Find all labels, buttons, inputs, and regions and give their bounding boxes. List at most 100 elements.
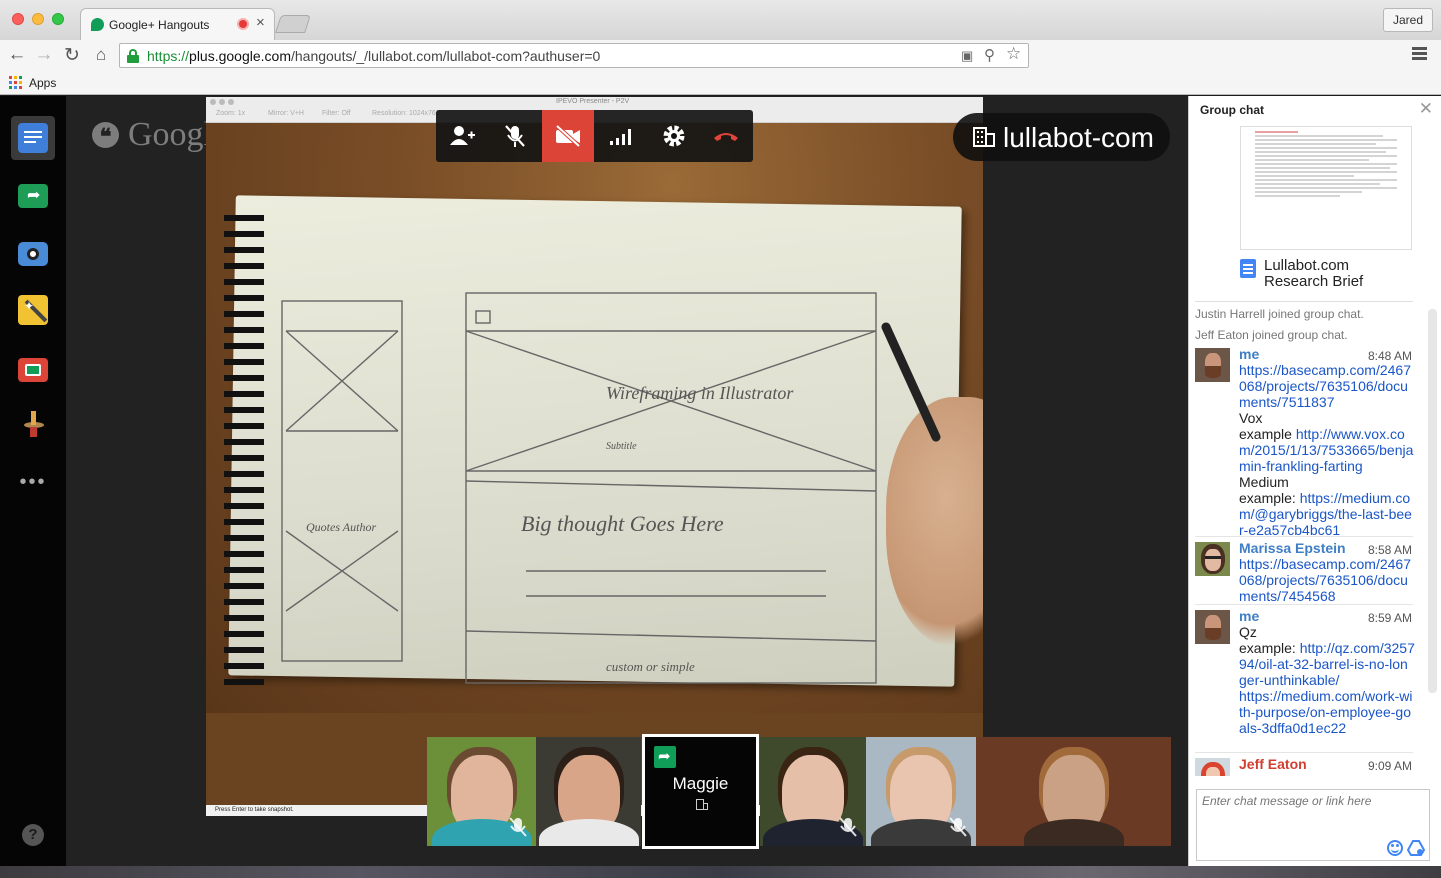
participant-tile[interactable]	[976, 737, 1171, 846]
chat-icon	[18, 123, 48, 153]
participant-tile[interactable]	[427, 737, 536, 846]
document-preview[interactable]	[1240, 126, 1412, 250]
camera-toggle-button[interactable]	[541, 110, 595, 162]
message-body: https://basecamp.com/2467068/projects/76…	[1239, 362, 1415, 538]
close-window-button[interactable]	[12, 13, 24, 25]
avatar	[1195, 610, 1230, 644]
message-link[interactable]: https://basecamp.com/2467068/projects/76…	[1239, 556, 1411, 604]
participant-tile-active[interactable]: ➦ Maggie	[642, 734, 759, 849]
chat-scrollbar[interactable]	[1428, 309, 1437, 693]
browser-toolbar: ← → ↻ ⌂ https://plus.google.com/hangouts…	[0, 40, 1441, 71]
bookmark-star-icon[interactable]: ☆	[1006, 44, 1021, 64]
chrome-menu-icon[interactable]	[1412, 47, 1427, 61]
message-text: Medium	[1239, 474, 1289, 490]
message-text: example	[1239, 426, 1296, 442]
participant-name: Maggie	[672, 774, 729, 793]
sketch-note-custom: custom or simple	[606, 659, 695, 674]
recording-indicator-icon	[237, 18, 249, 30]
google-drive-icon[interactable]	[1407, 840, 1425, 856]
help-icon[interactable]: ?	[22, 824, 44, 846]
message-author: Marissa Epstein	[1239, 540, 1346, 556]
hangouts-favicon-icon	[91, 18, 104, 31]
muted-mic-icon	[949, 817, 967, 837]
bandwidth-button[interactable]	[594, 110, 647, 162]
chat-message-list[interactable]: me 8:48 AM https://basecamp.com/2467068/…	[1189, 344, 1425, 776]
remote-desktop-button[interactable]	[11, 348, 55, 392]
main-video-feed[interactable]: IPEVO Presenter - P2V Zoom: 1x Mirror: V…	[206, 97, 983, 816]
zoom-window-button[interactable]	[52, 13, 64, 25]
chat-message: me 8:59 AM Qz example: http://qz.com/325…	[1189, 608, 1425, 752]
mute-microphone-button[interactable]	[489, 110, 542, 162]
message-link[interactable]: https://medium.com/work-with-purpose/on-…	[1239, 688, 1412, 736]
minimize-window-button[interactable]	[32, 13, 44, 25]
participant-tile[interactable]	[536, 737, 641, 846]
invite-people-button[interactable]	[436, 110, 489, 162]
room-name: lullabot-com	[1003, 122, 1154, 153]
more-apps-button[interactable]: •••	[11, 460, 55, 504]
profile-button[interactable]: Jared	[1382, 8, 1433, 32]
cameo-button[interactable]	[11, 402, 55, 446]
message-time: 8:58 AM	[1367, 543, 1412, 557]
chat-header: Group chat ✕	[1189, 96, 1441, 122]
zoom-magnifier-icon[interactable]: ⚲	[984, 46, 995, 64]
more-icon: •••	[19, 470, 47, 493]
capture-icon	[18, 242, 48, 266]
hang-up-button[interactable]	[700, 110, 753, 162]
message-separator	[1195, 604, 1413, 605]
muted-mic-icon	[509, 817, 527, 837]
chat-divider	[1195, 301, 1413, 302]
presenter-window-title: IPEVO Presenter - P2V	[556, 98, 630, 105]
browser-tab[interactable]: Google+ Hangouts ×	[80, 8, 275, 40]
settings-icon	[663, 125, 685, 147]
home-icon[interactable]: ⌂	[90, 45, 112, 65]
browser-titlebar: Google+ Hangouts × Jared	[0, 0, 1441, 40]
back-arrow-icon[interactable]: ←	[6, 44, 28, 66]
message-author: me	[1239, 608, 1260, 624]
call-controls-bar	[436, 110, 753, 162]
emoji-icon[interactable]	[1387, 840, 1403, 856]
message-link[interactable]: https://basecamp.com/2467068/projects/76…	[1239, 362, 1411, 410]
apps-link[interactable]: Apps	[29, 76, 56, 90]
camera-blocked-icon[interactable]: ▣	[961, 48, 973, 64]
chat-button[interactable]	[11, 116, 55, 160]
forward-arrow-icon[interactable]: →	[33, 44, 55, 66]
chat-message: Jeff Eaton 9:09 AM	[1189, 756, 1425, 776]
close-chat-icon[interactable]: ✕	[1419, 99, 1433, 119]
message-separator	[1195, 536, 1413, 537]
screenshare-button[interactable]: ➦	[11, 174, 55, 218]
address-bar[interactable]: https://plus.google.com/hangouts/_/lulla…	[119, 43, 1029, 68]
google-doc-icon	[1240, 259, 1256, 278]
chat-message: Marissa Epstein 8:58 AM https://basecamp…	[1189, 540, 1425, 604]
remote-desktop-icon	[18, 358, 48, 382]
cameo-icon	[18, 409, 48, 439]
message-author: me	[1239, 346, 1260, 362]
mic-mute-icon	[505, 125, 526, 147]
muted-mic-icon	[839, 817, 857, 837]
chat-message-input[interactable]	[1202, 794, 1422, 808]
hang-up-icon	[714, 133, 739, 141]
reload-icon[interactable]: ↻	[61, 44, 83, 67]
capture-button[interactable]	[11, 232, 55, 276]
document-name: Lullabot.com Research Brief	[1264, 257, 1364, 290]
bookmarks-bar: Apps	[0, 71, 1441, 95]
settings-button[interactable]	[647, 110, 700, 162]
url-text: https://plus.google.com/hangouts/_/lulla…	[147, 48, 601, 64]
effects-button[interactable]: ✦	[11, 288, 55, 332]
message-time: 9:09 AM	[1367, 759, 1412, 773]
message-text: Qz	[1239, 624, 1257, 640]
new-tab-button[interactable]	[275, 15, 311, 33]
invite-people-icon	[450, 126, 476, 145]
participant-tile[interactable]	[760, 737, 866, 846]
apps-grid-icon[interactable]	[9, 76, 22, 89]
apps-sidebar: ➦ ✦ ••• ?	[0, 96, 66, 866]
system-message: Jeff Eaton joined group chat.	[1195, 328, 1348, 342]
tab-title: Google+ Hangouts	[109, 18, 210, 32]
avatar	[1195, 758, 1230, 776]
chat-composer	[1196, 789, 1430, 861]
screenshare-indicator-icon: ➦	[654, 746, 676, 768]
sketch-note-quotes: Quotes Author	[306, 520, 376, 534]
participant-tile[interactable]	[866, 737, 976, 846]
tab-close-icon[interactable]: ×	[256, 14, 265, 31]
pen-image	[881, 322, 941, 442]
screenshare-icon: ➦	[18, 184, 48, 208]
